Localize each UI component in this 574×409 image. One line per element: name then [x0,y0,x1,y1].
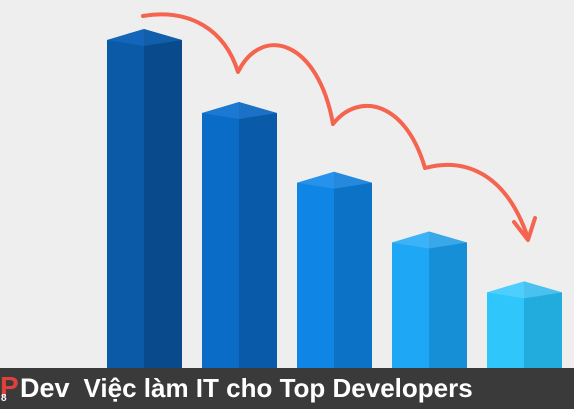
promo-image: P 8 Dev Việc làm IT cho Top Developers [0,0,574,409]
bar-2-front [202,102,239,368]
tagline: Việc làm IT cho Top Developers [83,373,473,403]
bar-4-front [392,231,429,368]
bar-1-side [144,29,182,368]
bar-1-front [107,29,144,368]
logo-mark-icon: P 8 [0,368,19,409]
declining-bar-graphic [107,12,562,368]
bar-3-front [297,171,334,368]
logo-text: Dev [20,373,70,403]
bar-4-side [429,231,467,368]
logo-sub-mark: 8 [1,393,7,404]
bar-2-side [239,102,277,368]
topdev-logo: P 8 Dev [0,368,70,409]
bar-3-side [334,171,372,368]
bottom-banner: P 8 Dev Việc làm IT cho Top Developers [0,368,574,409]
bars-group [107,29,562,368]
